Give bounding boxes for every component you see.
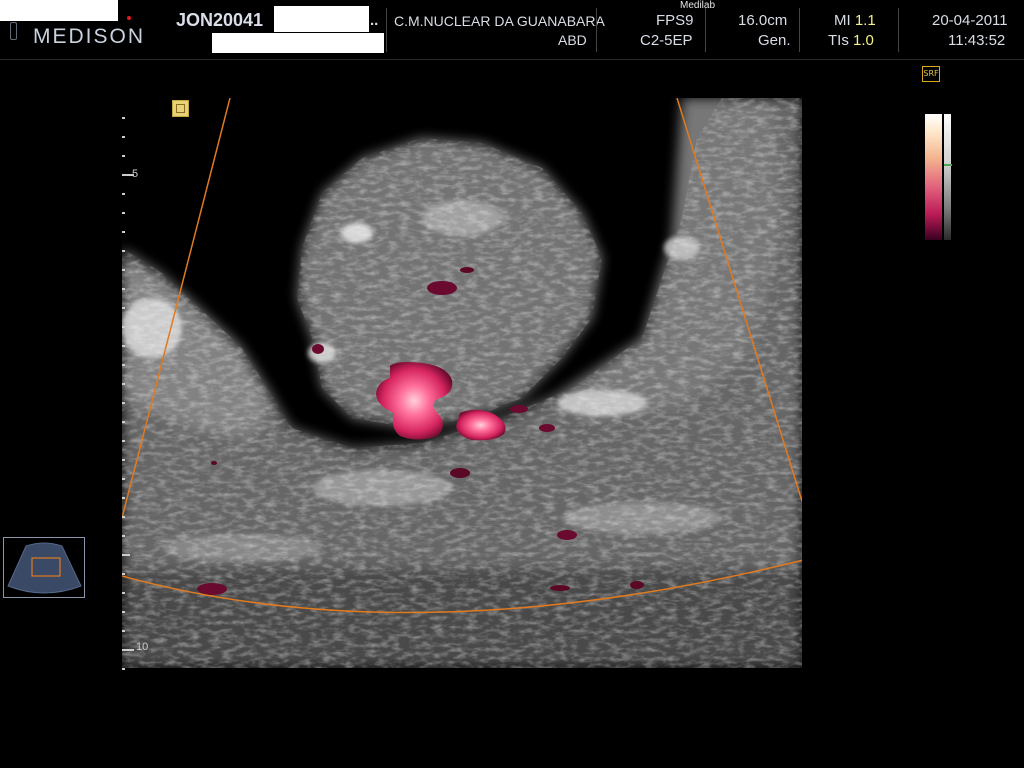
header-divider: [596, 8, 597, 52]
watermark-text: Medilab: [680, 0, 716, 11]
probe-icon: [10, 22, 17, 40]
probe-orientation-thumbnail: [3, 537, 85, 598]
redaction-box: [212, 33, 384, 53]
time-label: 11:43:52: [948, 32, 1006, 49]
mi-readout: MI 1.1: [834, 12, 876, 29]
mi-value: 1.1: [854, 12, 876, 29]
mode-label: Gen.: [758, 32, 791, 49]
patient-id: JON20041: [176, 10, 264, 30]
mi-label: MI: [834, 12, 851, 29]
brand-logo: MEDISON: [33, 25, 146, 48]
baseline-marker: [944, 164, 952, 166]
color-scale-bar: [925, 114, 942, 240]
ultrasound-image: [122, 98, 802, 668]
header-divider-line: [0, 59, 1024, 60]
probe-label: C2-5EP: [640, 32, 693, 49]
scan-canvas: [122, 98, 802, 668]
tis-readout: TIs 1.0: [828, 32, 874, 49]
ultrasound-screen: MEDISON JON20041 .. C.M.NUCLEAR DA GUANA…: [0, 0, 1024, 768]
date-label: 20-04-2011: [932, 12, 1008, 29]
tis-label: TIs: [828, 32, 849, 49]
header-divider: [386, 8, 387, 52]
depth-label-bottom: 10: [136, 641, 149, 653]
patient-id-ellipsis: ..: [370, 12, 379, 29]
redaction-box: [274, 6, 369, 32]
depth-label-top: 5: [132, 168, 139, 180]
header-divider: [898, 8, 899, 52]
srf-icon: SRF: [922, 66, 940, 82]
brand-dot: [127, 16, 131, 20]
application-label: ABD: [558, 32, 587, 48]
tis-value: 1.0: [853, 32, 874, 49]
color-doppler-scale: [925, 114, 952, 240]
depth-scale: 5 10: [118, 115, 148, 675]
institution-name: C.M.NUCLEAR DA GUANABARA: [394, 13, 605, 29]
fps-label: FPS9: [656, 12, 694, 29]
gray-scale-bar: [944, 114, 951, 240]
orientation-marker-icon: [172, 100, 189, 117]
depth-label: 16.0cm: [738, 12, 788, 29]
header-divider: [799, 8, 800, 52]
redaction-box: [0, 0, 118, 21]
tissue-layer: [122, 98, 802, 668]
header-bar: MEDISON JON20041 .. C.M.NUCLEAR DA GUANA…: [0, 0, 1024, 60]
header-divider: [705, 8, 706, 52]
